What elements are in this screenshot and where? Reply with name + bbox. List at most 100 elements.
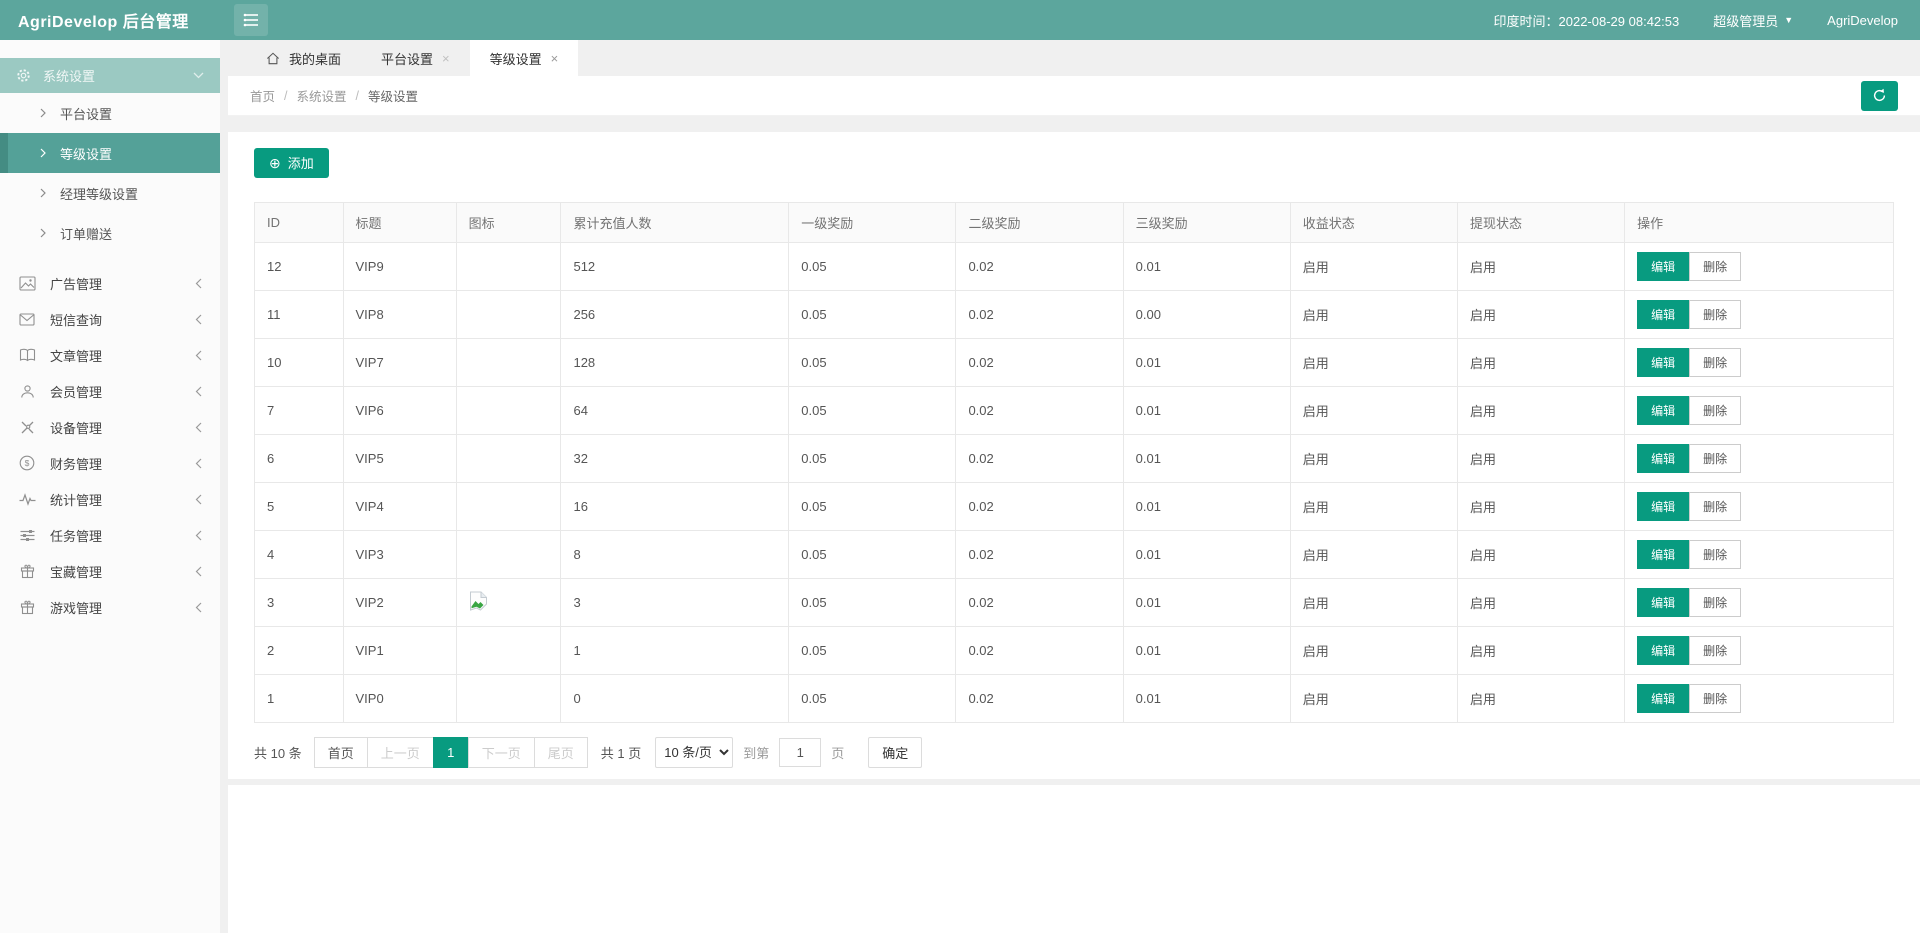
sidebar-subitem-label: 经理等级设置 <box>60 184 138 203</box>
income-status-toggle[interactable]: 启用 <box>1290 290 1457 338</box>
add-button[interactable]: ⊕ 添加 <box>254 148 329 178</box>
income-status-toggle[interactable]: 启用 <box>1290 626 1457 674</box>
withdraw-status-toggle[interactable]: 启用 <box>1457 386 1624 434</box>
next-page-button[interactable]: 下一页 <box>468 737 535 768</box>
income-status-toggle[interactable]: 启用 <box>1290 338 1457 386</box>
col-header-reward1: 一级奖励 <box>789 202 956 242</box>
sidebar-item-2[interactable]: 文章管理 <box>0 337 220 373</box>
withdraw-status-toggle[interactable]: 启用 <box>1457 290 1624 338</box>
delete-button[interactable]: 删除 <box>1689 444 1741 473</box>
sidebar-item-label: 设备管理 <box>50 418 102 437</box>
close-icon[interactable]: × <box>442 52 450 65</box>
delete-button[interactable]: 删除 <box>1689 540 1741 569</box>
sidebar-item-7[interactable]: 任务管理 <box>0 517 220 553</box>
add-button-label: 添加 <box>288 153 314 172</box>
delete-button[interactable]: 删除 <box>1689 588 1741 617</box>
sidebar-subitem-3[interactable]: 订单赠送 <box>0 213 220 253</box>
delete-button[interactable]: 删除 <box>1689 396 1741 425</box>
sidebar-item-8[interactable]: 宝藏管理 <box>0 553 220 589</box>
income-status-toggle[interactable]: 启用 <box>1290 674 1457 722</box>
cell-actions: 编辑 删除 <box>1625 242 1894 290</box>
edit-button[interactable]: 编辑 <box>1637 636 1689 665</box>
cell-actions: 编辑 删除 <box>1625 386 1894 434</box>
income-status-toggle[interactable]: 启用 <box>1290 530 1457 578</box>
delete-button[interactable]: 删除 <box>1689 300 1741 329</box>
withdraw-status-toggle[interactable]: 启用 <box>1457 338 1624 386</box>
cell-title: VIP8 <box>343 290 456 338</box>
breadcrumb-item-1[interactable]: 系统设置 <box>297 86 347 105</box>
sidebar-subitem-2[interactable]: 经理等级设置 <box>0 173 220 213</box>
withdraw-status-toggle[interactable]: 启用 <box>1457 482 1624 530</box>
delete-button[interactable]: 删除 <box>1689 684 1741 713</box>
close-icon[interactable]: × <box>551 52 559 65</box>
tab-1[interactable]: 平台设置 × <box>361 40 470 76</box>
sidebar-item-1[interactable]: 短信查询 <box>0 301 220 337</box>
edit-button[interactable]: 编辑 <box>1637 684 1689 713</box>
table-row: 4 VIP3 8 0.05 0.02 0.01 启用 启用 编辑 删除 <box>255 530 1894 578</box>
edit-button[interactable]: 编辑 <box>1637 588 1689 617</box>
edit-button[interactable]: 编辑 <box>1637 252 1689 281</box>
chevron-right-icon <box>40 188 46 198</box>
edit-button[interactable]: 编辑 <box>1637 348 1689 377</box>
cell-recharge: 1 <box>561 626 789 674</box>
sidebar-item-5[interactable]: $ 财务管理 <box>0 445 220 481</box>
page-size-select[interactable]: 10 条/页 <box>655 737 733 768</box>
goto-page-input[interactable] <box>779 738 821 767</box>
withdraw-status-toggle[interactable]: 启用 <box>1457 578 1624 626</box>
cell-actions: 编辑 删除 <box>1625 626 1894 674</box>
withdraw-status-toggle[interactable]: 启用 <box>1457 530 1624 578</box>
edit-button[interactable]: 编辑 <box>1637 492 1689 521</box>
sidebar-item-9[interactable]: 游戏管理 <box>0 589 220 625</box>
withdraw-status-toggle[interactable]: 启用 <box>1457 626 1624 674</box>
breadcrumb-item-0[interactable]: 首页 <box>250 86 275 105</box>
edit-button[interactable]: 编辑 <box>1637 444 1689 473</box>
refresh-button[interactable] <box>1861 81 1898 111</box>
tab-2[interactable]: 等级设置 × <box>470 40 579 76</box>
sidebar-subitem-0[interactable]: 平台设置 <box>0 93 220 133</box>
sidebar-subitem-1[interactable]: 等级设置 <box>0 133 220 173</box>
last-page-button[interactable]: 尾页 <box>534 737 588 768</box>
empty-panel <box>228 785 1920 933</box>
sidebar-item-6[interactable]: 统计管理 <box>0 481 220 517</box>
prev-page-button[interactable]: 上一页 <box>367 737 434 768</box>
edit-button[interactable]: 编辑 <box>1637 396 1689 425</box>
first-page-button[interactable]: 首页 <box>314 737 368 768</box>
withdraw-status-toggle[interactable]: 启用 <box>1457 242 1624 290</box>
cell-recharge: 3 <box>561 578 789 626</box>
cell-reward3: 0.01 <box>1123 242 1290 290</box>
edit-button[interactable]: 编辑 <box>1637 300 1689 329</box>
cell-id: 3 <box>255 578 344 626</box>
sidebar-toggle-button[interactable] <box>234 4 268 36</box>
sidebar-item-3[interactable]: 会员管理 <box>0 373 220 409</box>
income-status-toggle[interactable]: 启用 <box>1290 578 1457 626</box>
delete-button[interactable]: 删除 <box>1689 492 1741 521</box>
income-status-toggle[interactable]: 启用 <box>1290 242 1457 290</box>
income-status-toggle[interactable]: 启用 <box>1290 386 1457 434</box>
sidebar-group-system-settings[interactable]: 系统设置 <box>0 58 220 93</box>
cell-reward1: 0.05 <box>789 482 956 530</box>
delete-button[interactable]: 删除 <box>1689 348 1741 377</box>
sidebar-item-0[interactable]: 广告管理 <box>0 265 220 301</box>
delete-button[interactable]: 删除 <box>1689 252 1741 281</box>
sidebar: 系统设置 平台设置 等级设置 经理等级设置 订单赠送 广告管理 <box>0 40 220 933</box>
withdraw-status-toggle[interactable]: 启用 <box>1457 674 1624 722</box>
cell-reward1: 0.05 <box>789 674 956 722</box>
delete-button[interactable]: 删除 <box>1689 636 1741 665</box>
income-status-toggle[interactable]: 启用 <box>1290 434 1457 482</box>
brand-link[interactable]: AgriDevelop <box>1827 13 1898 28</box>
current-page-button[interactable]: 1 <box>433 737 469 768</box>
edit-button[interactable]: 编辑 <box>1637 540 1689 569</box>
sidebar-item-4[interactable]: 设备管理 <box>0 409 220 445</box>
confirm-button[interactable]: 确定 <box>868 737 922 768</box>
user-role-dropdown[interactable]: 超级管理员 ▼ <box>1713 11 1793 30</box>
withdraw-status-toggle[interactable]: 启用 <box>1457 434 1624 482</box>
mail-icon <box>18 313 36 326</box>
sidebar-item-label: 广告管理 <box>50 274 102 293</box>
income-status-toggle[interactable]: 启用 <box>1290 482 1457 530</box>
cell-id: 7 <box>255 386 344 434</box>
pulse-icon <box>18 493 36 506</box>
sidebar-item-label: 宝藏管理 <box>50 562 102 581</box>
sidebar-item-label: 会员管理 <box>50 382 102 401</box>
tab-bar: 我的桌面 × 平台设置 × 等级设置 × <box>228 40 1920 76</box>
tab-0[interactable]: 我的桌面 × <box>246 40 361 76</box>
